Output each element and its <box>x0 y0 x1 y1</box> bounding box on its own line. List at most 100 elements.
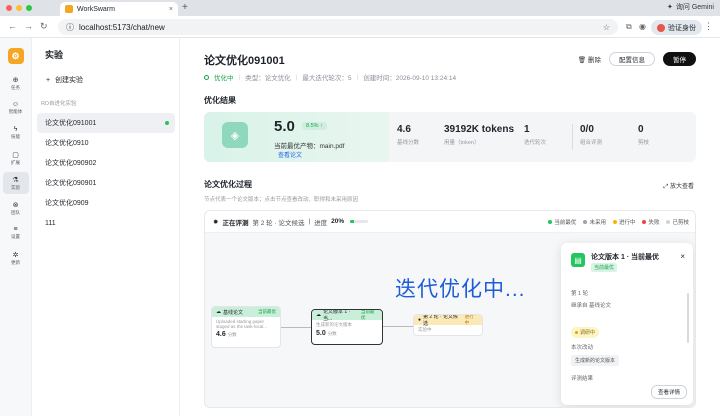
stat-item: 0/0 组合评测 <box>580 124 602 146</box>
legend-dot-icon <box>642 220 647 224</box>
stat-label: 迭代轮次 <box>524 140 547 146</box>
rail-icon: ⊕ <box>12 76 19 84</box>
process-graph-canvas[interactable]: ✹ 正在评测 第 2 轮 · 论文候选 | 进度 20% 当前最优 未采用 进行中失… <box>204 210 696 408</box>
created-time: 创建时间：2026-09-10 13:24:14 <box>363 75 457 82</box>
status-badge: 优化中 <box>214 75 234 82</box>
tab-title: WorkSwarm <box>77 5 115 13</box>
rail-item[interactable]: ✲ 更新 <box>3 247 29 269</box>
view-details-button[interactable]: 查看详情 <box>650 385 687 399</box>
experiment-type: 类型：论文优化 <box>245 75 291 82</box>
rail-item[interactable]: ☺ 智能体 <box>3 97 29 119</box>
rail-item[interactable]: ϟ 技能 <box>3 122 29 144</box>
legend-item: 已剪枝 <box>666 218 689 226</box>
legend-dot-icon <box>583 220 588 224</box>
create-experiment-button[interactable]: + 创建实验 <box>46 75 179 85</box>
node-round-2[interactable]: ● 第 2 轮 · 论文候选 进行中 实验中 <box>413 314 483 336</box>
stat-value: 0/0 <box>580 124 594 135</box>
max-iterations: 最大迭代轮次：5 <box>302 75 352 82</box>
panel-scrollbar[interactable] <box>687 293 689 343</box>
rail-item[interactable]: ⊗ 团队 <box>3 197 29 219</box>
stat-value: 1 <box>524 124 530 135</box>
sidebar-item-experiment[interactable]: 论文优化090901 <box>37 173 175 193</box>
node-tag: 当前最优 <box>258 309 276 314</box>
legend-label: 失败 <box>648 220 660 226</box>
sidebar-item-experiment[interactable]: 论文优化0909 <box>37 193 175 213</box>
legend-label: 已剪枝 <box>672 220 689 226</box>
legend-label: 进行中 <box>618 220 636 226</box>
rail-icon: ☺ <box>11 101 20 108</box>
view-paper-link[interactable]: 查看论文 <box>278 150 302 159</box>
config-info-button[interactable]: 配置信息 <box>609 52 655 66</box>
rail-item[interactable]: ≡ 设置 <box>3 222 29 244</box>
pause-button[interactable]: 暂停 <box>663 52 696 66</box>
gemini-button[interactable]: ✦ 询问 Gemini <box>667 2 714 12</box>
new-tab-icon[interactable]: + <box>182 2 188 13</box>
detail-title: 论文版本 1 · 当前最优 <box>591 254 660 261</box>
stat-value: 0 <box>638 124 644 135</box>
node-title: 基线论文 <box>223 309 244 316</box>
node-baseline[interactable]: ☁ 基线论文 当前最优 Uploaded starting paper staged… <box>211 306 281 348</box>
rail-item[interactable]: ⚗ 实验 <box>2 172 29 194</box>
verify-identity-button[interactable]: 验证身份 <box>651 20 702 35</box>
best-result-panel: ◈ 5.0 8.5% ↑ 当前最优产物：main.pdf 查看论文 <box>204 112 389 162</box>
rail-label: 更新 <box>11 259 20 265</box>
rail-icon: ⚗ <box>12 176 19 184</box>
page-title: 论文优化091001 <box>204 55 285 67</box>
change-value: 生成新的论文版本 <box>571 355 620 366</box>
sidebar-item-experiment[interactable]: 论文优化090902 <box>37 153 175 173</box>
result-card: ◈ 5.0 8.5% ↑ 当前最优产物：main.pdf 查看论文 4.6 基线分… <box>204 112 696 162</box>
rail-icon: ✲ <box>12 251 19 259</box>
node-tag: 当前最优 <box>360 309 375 320</box>
sidebar-item-experiment[interactable]: 论文优化0910 <box>37 133 175 153</box>
rail-label: 任务 <box>11 84 20 90</box>
result-section-title: 优化结果 <box>204 96 236 105</box>
browser-tab[interactable]: WorkSwarm × <box>60 2 178 16</box>
url-field[interactable]: ⓘ localhost:5173/chat/new ☆ <box>58 19 618 35</box>
sidebar-item-label: 论文优化0910 <box>45 140 89 147</box>
rail-item[interactable]: ⊕ 任务 <box>3 72 29 94</box>
expand-icon: ⤢ <box>663 184 669 190</box>
node-score: 4.6 <box>216 331 226 338</box>
forward-icon[interactable]: → <box>24 21 33 31</box>
rail-item[interactable]: ▢ 扩展 <box>3 147 29 169</box>
round-label: 第 2 轮 · 论文候选 <box>252 219 305 227</box>
rail-label: 设置 <box>11 234 20 239</box>
sidebar-item-label: 111 <box>45 219 56 227</box>
close-tab-icon[interactable]: × <box>169 6 173 13</box>
node-score-unit: 分数 <box>227 332 237 337</box>
legend-item: 当前最优 <box>548 218 576 226</box>
minimize-window-icon[interactable] <box>16 5 22 11</box>
paper-cube-icon: ◈ <box>222 122 248 148</box>
sidebar-title: 实验 <box>45 50 64 60</box>
maximize-window-icon[interactable] <box>26 5 32 11</box>
back-icon[interactable]: ← <box>8 21 17 31</box>
profile-icon[interactable]: ◉ <box>639 22 646 31</box>
sidebar-item-label: 论文优化0909 <box>45 200 89 207</box>
delete-label: 删除 <box>588 57 601 64</box>
node-version-1[interactable]: ☁ 论文版本 1 · 当... 当前最优 生成新的论文版本 5.0 分数 <box>311 309 383 345</box>
zoom-in-button[interactable]: ⤢ 放大查看 <box>664 181 695 191</box>
stat-label: 用量（token） <box>444 140 480 146</box>
close-window-icon[interactable] <box>6 5 12 11</box>
rail-label: 团队 <box>11 209 20 215</box>
legend-dot-icon <box>612 220 617 224</box>
close-icon[interactable]: × <box>680 252 685 261</box>
best-artifact: 当前最优产物：main.pdf <box>274 143 345 150</box>
browser-window: WorkSwarm × + ✦ 询问 Gemini ← → ↻ ⓘ localh… <box>0 0 720 416</box>
rail-icon: ≡ <box>13 226 18 233</box>
app-nav-rail: ⚙ ⊕ 任务 ☺ 智能体 ϟ 技能 ▢ 扩展 ⚗ 实验 ⊗ 团队 ≡ 设置 ✲ 更新 <box>0 38 32 416</box>
extensions-icon[interactable]: ⧉ <box>626 22 632 32</box>
sidebar-item-experiment[interactable]: 论文优化091001 <box>37 113 175 133</box>
iterating-overlay-text: 迭代优化中... <box>395 278 526 301</box>
stat-item: 39192K tokens 用量（token） <box>444 124 514 146</box>
rail-label: 技能 <box>11 134 20 139</box>
site-info-icon[interactable]: ⓘ <box>66 22 74 33</box>
sidebar-item-experiment[interactable]: 111 <box>37 213 175 233</box>
browser-menu-icon[interactable]: ⋮ <box>704 21 713 32</box>
legend-label: 当前最优 <box>554 220 577 226</box>
legend-label: 未采用 <box>589 220 606 226</box>
bookmark-star-icon[interactable]: ☆ <box>603 23 610 32</box>
reload-icon[interactable]: ↻ <box>40 21 48 32</box>
node-detail-panel: ▤ 论文版本 1 · 当前最优 当前最优 × 第 1 轮 继承自 基线论文 调研… <box>561 243 693 405</box>
delete-button[interactable]: 🗑 删除 <box>578 54 601 64</box>
